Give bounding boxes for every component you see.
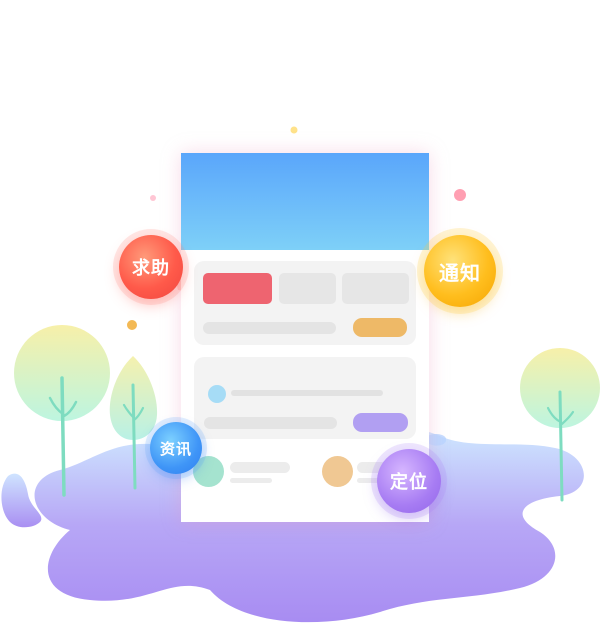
tab-chip-active	[203, 273, 272, 304]
news-label: 资讯	[159, 439, 192, 458]
help-label: 求助	[132, 258, 170, 279]
placeholder-line	[204, 417, 337, 429]
placeholder-line	[230, 478, 272, 483]
placeholder-line	[230, 462, 290, 473]
sparkle-dot	[127, 320, 137, 330]
news-badge: 资讯	[150, 422, 202, 474]
tab-chip	[279, 273, 336, 304]
tree-left-trunk	[60, 376, 66, 497]
placeholder-pill	[353, 318, 407, 337]
tab-chip	[342, 273, 409, 304]
small-dash	[428, 433, 447, 446]
tree-right-trunk	[558, 390, 564, 502]
placeholder-line	[203, 322, 336, 334]
sparkle-dot	[454, 189, 466, 201]
location-badge: 定位	[377, 449, 441, 513]
placeholder-line	[231, 390, 383, 396]
phone-panel-top	[194, 261, 416, 345]
sparkle-dot	[150, 195, 156, 201]
phone-panel-bottom	[194, 357, 416, 439]
notice-label: 通知	[439, 260, 481, 285]
notice-badge: 通知	[424, 235, 496, 307]
help-badge: 求助	[119, 235, 183, 299]
avatar-placeholder	[322, 456, 353, 487]
location-label: 定位	[390, 472, 428, 493]
tree-mid-trunk	[131, 383, 137, 490]
placeholder-dot	[208, 385, 226, 403]
placeholder-pill	[353, 413, 408, 432]
sparkle-dot	[290, 126, 298, 134]
phone-header	[181, 153, 429, 250]
